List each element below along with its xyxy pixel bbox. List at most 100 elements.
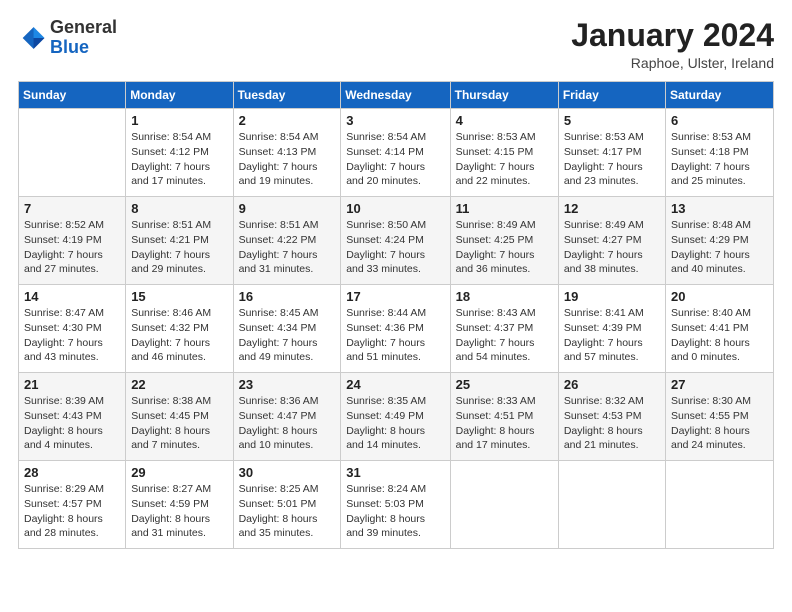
sunrise-text: Sunrise: 8:50 AM [346, 218, 444, 233]
sunset-text: Sunset: 4:18 PM [671, 145, 768, 160]
weekday-header-tuesday: Tuesday [233, 82, 341, 109]
daylight-text: Daylight: 7 hours and 25 minutes. [671, 160, 768, 189]
calendar-cell: 27Sunrise: 8:30 AMSunset: 4:55 PMDayligh… [666, 373, 774, 461]
day-info: Sunrise: 8:39 AMSunset: 4:43 PMDaylight:… [24, 394, 120, 453]
calendar-cell: 9Sunrise: 8:51 AMSunset: 4:22 PMDaylight… [233, 197, 341, 285]
sunset-text: Sunset: 5:03 PM [346, 497, 444, 512]
calendar-cell [450, 461, 558, 549]
sunset-text: Sunset: 4:15 PM [456, 145, 553, 160]
day-number: 27 [671, 377, 768, 392]
sunrise-text: Sunrise: 8:53 AM [456, 130, 553, 145]
day-info: Sunrise: 8:27 AMSunset: 4:59 PMDaylight:… [131, 482, 227, 541]
day-number: 25 [456, 377, 553, 392]
daylight-text: Daylight: 7 hours and 40 minutes. [671, 248, 768, 277]
calendar-cell: 29Sunrise: 8:27 AMSunset: 4:59 PMDayligh… [126, 461, 233, 549]
sunset-text: Sunset: 4:12 PM [131, 145, 227, 160]
calendar-cell: 5Sunrise: 8:53 AMSunset: 4:17 PMDaylight… [558, 109, 665, 197]
daylight-text: Daylight: 7 hours and 19 minutes. [239, 160, 336, 189]
daylight-text: Daylight: 8 hours and 21 minutes. [564, 424, 660, 453]
weekday-header-friday: Friday [558, 82, 665, 109]
day-number: 1 [131, 113, 227, 128]
location: Raphoe, Ulster, Ireland [571, 55, 774, 71]
sunset-text: Sunset: 4:34 PM [239, 321, 336, 336]
sunset-text: Sunset: 4:27 PM [564, 233, 660, 248]
day-info: Sunrise: 8:32 AMSunset: 4:53 PMDaylight:… [564, 394, 660, 453]
weekday-header-monday: Monday [126, 82, 233, 109]
sunset-text: Sunset: 4:37 PM [456, 321, 553, 336]
sunset-text: Sunset: 4:41 PM [671, 321, 768, 336]
day-number: 7 [24, 201, 120, 216]
day-info: Sunrise: 8:49 AMSunset: 4:25 PMDaylight:… [456, 218, 553, 277]
daylight-text: Daylight: 8 hours and 17 minutes. [456, 424, 553, 453]
calendar-cell: 23Sunrise: 8:36 AMSunset: 4:47 PMDayligh… [233, 373, 341, 461]
sunrise-text: Sunrise: 8:25 AM [239, 482, 336, 497]
calendar-cell: 17Sunrise: 8:44 AMSunset: 4:36 PMDayligh… [341, 285, 450, 373]
day-info: Sunrise: 8:40 AMSunset: 4:41 PMDaylight:… [671, 306, 768, 365]
weekday-header-thursday: Thursday [450, 82, 558, 109]
daylight-text: Daylight: 7 hours and 46 minutes. [131, 336, 227, 365]
calendar-cell: 19 Sunrise: 8:41 AMSunset: 4:39 PMDayligh… [558, 285, 665, 373]
sunset-text: Sunset: 4:32 PM [131, 321, 227, 336]
day-info: Sunrise: 8:43 AMSunset: 4:37 PMDaylight:… [456, 306, 553, 365]
daylight-text: Daylight: 7 hours and 33 minutes. [346, 248, 444, 277]
sunrise-text: Sunrise: 8:52 AM [24, 218, 120, 233]
day-number: 3 [346, 113, 444, 128]
daylight-text: Daylight: 8 hours and 0 minutes. [671, 336, 768, 365]
sunset-text: Sunset: 4:14 PM [346, 145, 444, 160]
daylight-text: Daylight: 7 hours and 49 minutes. [239, 336, 336, 365]
day-number: 4 [456, 113, 553, 128]
week-row-3: 14Sunrise: 8:47 AMSunset: 4:30 PMDayligh… [19, 285, 774, 373]
week-row-5: 28Sunrise: 8:29 AMSunset: 4:57 PMDayligh… [19, 461, 774, 549]
sunrise-text: Sunrise: 8:45 AM [239, 306, 336, 321]
daylight-text: Daylight: 8 hours and 24 minutes. [671, 424, 768, 453]
daylight-text: Daylight: 8 hours and 10 minutes. [239, 424, 336, 453]
day-info: Sunrise: 8:54 AMSunset: 4:13 PMDaylight:… [239, 130, 336, 189]
calendar-cell: 4Sunrise: 8:53 AMSunset: 4:15 PMDaylight… [450, 109, 558, 197]
sunset-text: Sunset: 4:13 PM [239, 145, 336, 160]
calendar-cell: 15 Sunrise: 8:46 AMSunset: 4:32 PMDayligh… [126, 285, 233, 373]
weekday-header-sunday: Sunday [19, 82, 126, 109]
daylight-text: Daylight: 8 hours and 35 minutes. [239, 512, 336, 541]
calendar-cell: 8Sunrise: 8:51 AMSunset: 4:21 PMDaylight… [126, 197, 233, 285]
sunrise-text: Sunrise: 8:29 AM [24, 482, 120, 497]
sunrise-text: Sunrise: 8:47 AM [24, 306, 120, 321]
weekday-header-saturday: Saturday [666, 82, 774, 109]
sunrise-text: Sunrise: 8:32 AM [564, 394, 660, 409]
day-number: 16 [239, 289, 336, 304]
day-info: Sunrise: 8:41 AMSunset: 4:39 PMDaylight:… [564, 306, 660, 365]
day-info: Sunrise: 8:54 AMSunset: 4:12 PMDaylight:… [131, 130, 227, 189]
day-info: Sunrise: 8:24 AMSunset: 5:03 PMDaylight:… [346, 482, 444, 541]
sunrise-text: Sunrise: 8:33 AM [456, 394, 553, 409]
day-number: 19 [564, 289, 660, 304]
calendar-cell: 18Sunrise: 8:43 AMSunset: 4:37 PMDayligh… [450, 285, 558, 373]
day-number: 15 [131, 289, 227, 304]
sunrise-text: Sunrise: 8:46 AM [131, 306, 227, 321]
sunrise-text: Sunrise: 8:54 AM [131, 130, 227, 145]
sunrise-text: Sunrise: 8:27 AM [131, 482, 227, 497]
day-number: 17 [346, 289, 444, 304]
day-number: 26 [564, 377, 660, 392]
day-number: 6 [671, 113, 768, 128]
calendar-cell: 30Sunrise: 8:25 AMSunset: 5:01 PMDayligh… [233, 461, 341, 549]
daylight-text: Daylight: 7 hours and 29 minutes. [131, 248, 227, 277]
day-number: 23 [239, 377, 336, 392]
calendar-cell [666, 461, 774, 549]
daylight-text: Daylight: 8 hours and 14 minutes. [346, 424, 444, 453]
sunrise-text: Sunrise: 8:35 AM [346, 394, 444, 409]
day-info: Sunrise: 8:47 AMSunset: 4:30 PMDaylight:… [24, 306, 120, 365]
day-number: 14 [24, 289, 120, 304]
sunset-text: Sunset: 4:30 PM [24, 321, 120, 336]
day-number: 22 [131, 377, 227, 392]
sunrise-text: Sunrise: 8:48 AM [671, 218, 768, 233]
calendar-cell: 26 Sunrise: 8:32 AMSunset: 4:53 PMDayligh… [558, 373, 665, 461]
day-number: 21 [24, 377, 120, 392]
sunrise-text: Sunrise: 8:30 AM [671, 394, 768, 409]
day-info: Sunrise: 8:35 AMSunset: 4:49 PMDaylight:… [346, 394, 444, 453]
day-number: 24 [346, 377, 444, 392]
daylight-text: Daylight: 7 hours and 23 minutes. [564, 160, 660, 189]
daylight-text: Daylight: 8 hours and 7 minutes. [131, 424, 227, 453]
logo-text: General Blue [50, 18, 117, 58]
day-number: 2 [239, 113, 336, 128]
calendar-cell: 24 Sunrise: 8:35 AMSunset: 4:49 PMDayligh… [341, 373, 450, 461]
sunrise-text: Sunrise: 8:44 AM [346, 306, 444, 321]
